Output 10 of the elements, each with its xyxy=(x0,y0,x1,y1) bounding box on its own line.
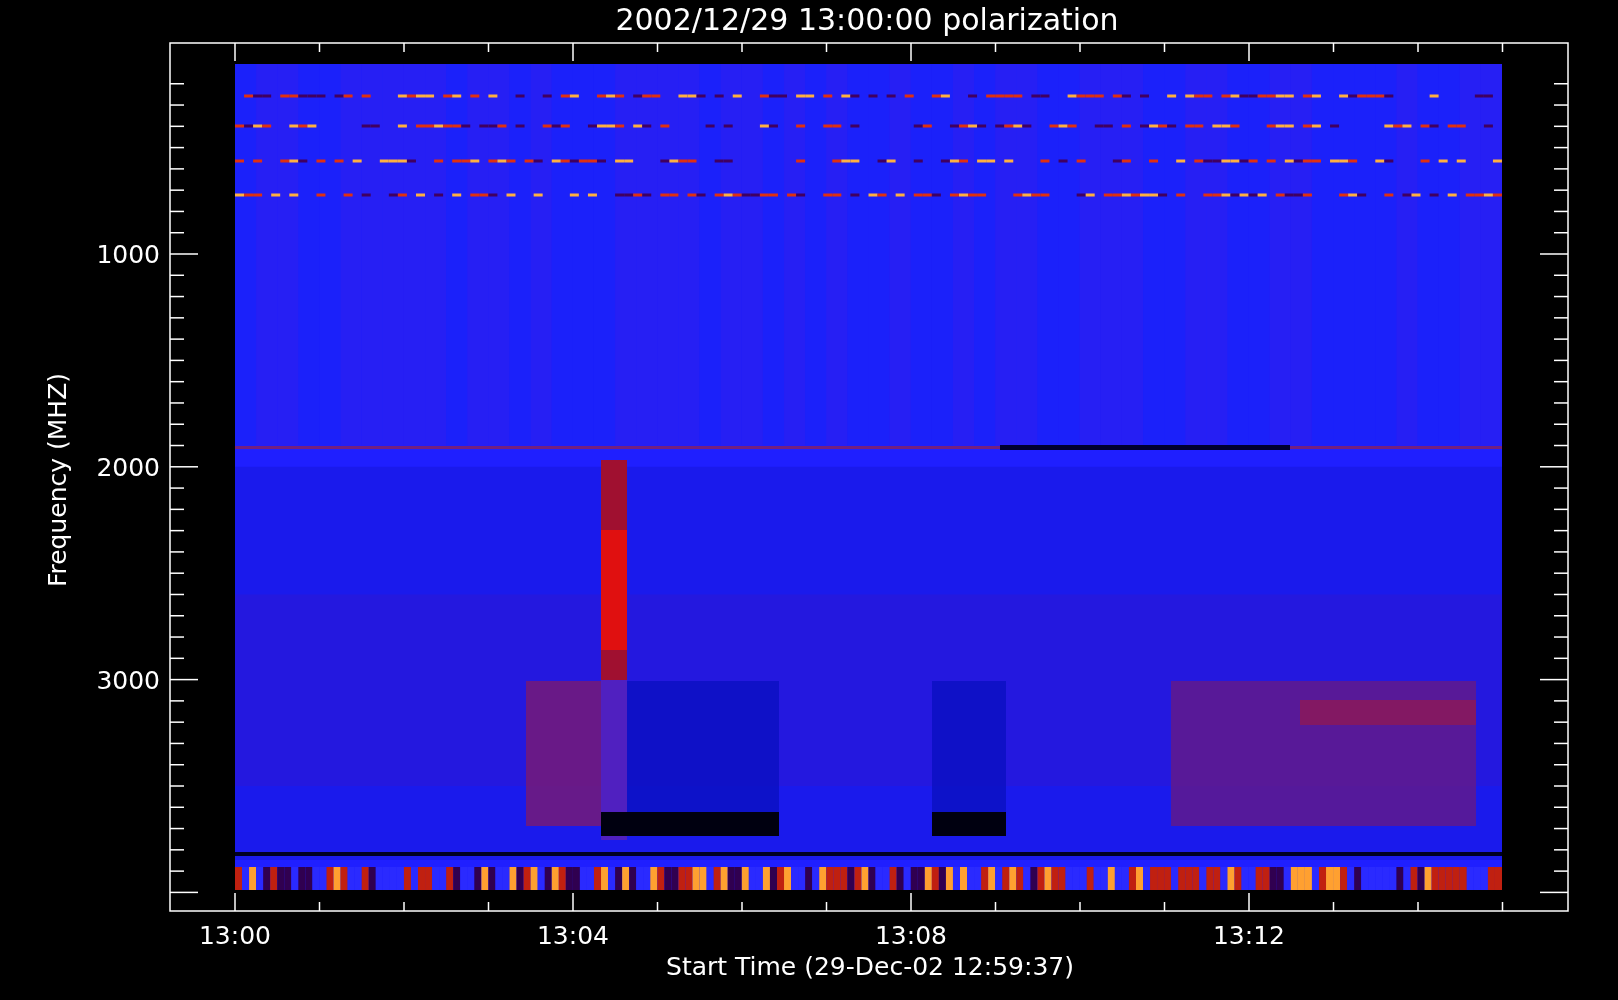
x-tick-label: 13:12 xyxy=(1213,921,1285,950)
x-tick-label: 13:04 xyxy=(537,921,609,950)
x-tick-label: 13:00 xyxy=(199,921,271,950)
y-tick-label: 1000 xyxy=(96,240,160,269)
x-tick-label: 13:08 xyxy=(875,921,947,950)
y-axis-label: Frequency (MHZ) xyxy=(43,372,72,588)
x-axis-label: Start Time (29-Dec-02 12:59:37) xyxy=(666,952,1074,981)
y-tick-label: 2000 xyxy=(96,452,160,482)
plot-title: 2002/12/29 13:00:00 polarization xyxy=(615,2,1119,37)
y-tick-label: 3000 xyxy=(96,665,160,695)
